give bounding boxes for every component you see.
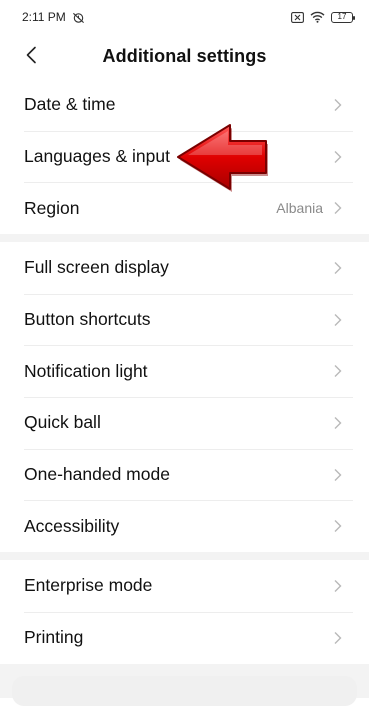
- settings-item-notification-light[interactable]: Notification light: [0, 345, 369, 397]
- status-bar: 2:11 PM 17: [0, 0, 369, 34]
- chevron-right-icon: [334, 202, 342, 215]
- page-title: Additional settings: [102, 45, 267, 66]
- back-button[interactable]: [18, 42, 44, 68]
- chevron-right-icon: [334, 579, 342, 592]
- chevron-right-icon: [334, 313, 342, 326]
- red-arrow-icon: [177, 124, 268, 192]
- settings-item-button-shortcuts[interactable]: Button shortcuts: [0, 293, 369, 346]
- chevron-right-icon: [334, 468, 342, 481]
- chevron-right-icon: [334, 150, 342, 163]
- settings-item-label: Enterprise mode: [24, 575, 153, 596]
- chevron-left-icon: [26, 46, 36, 64]
- bottom-card: [12, 676, 357, 706]
- chevron-right-icon: [334, 416, 342, 429]
- settings-item-accessibility[interactable]: Accessibility: [0, 500, 369, 552]
- settings-item-one-handed-mode[interactable]: One-handed mode: [0, 448, 369, 501]
- settings-item-printing[interactable]: Printing: [0, 611, 369, 664]
- settings-item-label: Accessibility: [24, 515, 120, 536]
- settings-section-2: Full screen display Button shortcuts Not…: [0, 242, 369, 553]
- settings-section-3: Enterprise mode Printing: [0, 560, 369, 664]
- settings-item-enterprise-mode[interactable]: Enterprise mode: [0, 560, 369, 612]
- chevron-right-icon: [334, 520, 342, 533]
- settings-item-label: One-handed mode: [24, 464, 170, 485]
- alarm-off-icon: [72, 12, 84, 23]
- chevron-right-icon: [334, 631, 342, 644]
- chevron-right-icon: [334, 98, 342, 111]
- settings-item-full-screen-display[interactable]: Full screen display: [0, 242, 369, 294]
- header: Additional settings: [0, 34, 369, 78]
- battery-level: 17: [337, 12, 347, 21]
- settings-item-label: Notification light: [24, 360, 148, 381]
- chevron-right-icon: [334, 365, 342, 378]
- chevron-right-icon: [334, 261, 342, 274]
- sim-none-icon: [291, 11, 304, 23]
- settings-item-quick-ball[interactable]: Quick ball: [0, 397, 369, 449]
- status-time: 2:11 PM: [22, 10, 66, 24]
- settings-item-value: Albania: [276, 200, 323, 217]
- settings-item-label: Languages & input: [24, 146, 170, 167]
- section-divider: [0, 234, 369, 242]
- settings-item-label: Full screen display: [24, 257, 169, 278]
- settings-item-label: Printing: [24, 627, 84, 648]
- settings-item-label: Quick ball: [24, 412, 101, 433]
- section-divider: [0, 552, 369, 560]
- settings-item-label: Region: [24, 197, 80, 218]
- battery-icon: 17: [331, 11, 355, 23]
- settings-item-label: Button shortcuts: [24, 309, 151, 330]
- wifi-icon: [310, 11, 325, 23]
- settings-item-label: Date & time: [24, 94, 116, 115]
